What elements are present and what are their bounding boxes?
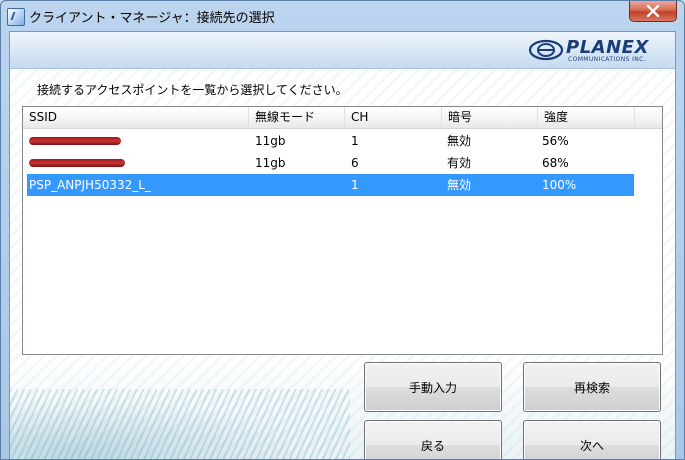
column-header-mode[interactable]: 無線モード — [249, 107, 345, 128]
manual-input-button[interactable]: 手動入力 — [364, 362, 502, 412]
planex-logo: PLANEX COMMUNICATIONS INC. — [528, 36, 672, 64]
list-row[interactable]: 11gb 6 有効 68% — [27, 152, 634, 174]
close-button[interactable] — [629, 1, 677, 22]
column-header-channel[interactable]: CH — [345, 107, 442, 128]
instruction-text: 接続するアクセスポイントを一覧から選択してください。 — [37, 83, 348, 97]
cell-encryption: 無効 — [447, 178, 472, 192]
app-icon — [7, 8, 25, 26]
back-button[interactable]: 戻る — [364, 420, 502, 459]
column-header-encryption[interactable]: 暗号 — [442, 107, 538, 128]
cell-mode: 11gb — [255, 134, 286, 148]
cell-ssid: PSP_ANPJH50332_L_ — [29, 178, 151, 192]
window-title: クライアント・マネージャ：接続先の選択 — [29, 11, 275, 26]
rescan-button[interactable]: 再検索 — [523, 362, 661, 412]
cell-channel: 1 — [351, 134, 359, 148]
list-header: SSID 無線モード CH 暗号 強度 — [23, 107, 662, 129]
column-header-strength[interactable]: 強度 — [538, 107, 635, 128]
client-area: PLANEX COMMUNICATIONS INC. 接続するアクセスポイントを… — [9, 31, 676, 459]
cell-mode: 11gb — [255, 156, 286, 170]
close-icon — [646, 5, 660, 17]
redacted-ssid — [29, 137, 121, 145]
decorative-pattern — [10, 389, 350, 459]
header-banner: PLANEX COMMUNICATIONS INC. — [10, 32, 675, 69]
cell-encryption: 無効 — [447, 134, 472, 148]
cell-strength: 100% — [542, 178, 577, 192]
dialog-body: 接続するアクセスポイントを一覧から選択してください。 SSID 無線モード CH… — [10, 69, 675, 459]
cell-strength: 56% — [542, 134, 569, 148]
list-row-selected[interactable]: PSP_ANPJH50332_L_ 1 無効 100% — [27, 174, 634, 196]
cell-channel: 1 — [351, 178, 359, 192]
access-point-list[interactable]: SSID 無線モード CH 暗号 強度 11gb 1 無効 56% 11gb 6… — [22, 106, 663, 355]
cell-encryption: 有効 — [447, 156, 472, 170]
list-row[interactable]: 11gb 1 無効 56% — [27, 130, 634, 152]
column-header-filler — [635, 107, 662, 128]
dialog-window: クライアント・マネージャ：接続先の選択 PLANEX COMMUNICATION… — [0, 0, 685, 460]
next-button[interactable]: 次へ — [523, 420, 661, 459]
logo-subtitle: COMMUNICATIONS INC. — [568, 56, 647, 63]
logo-text: PLANEX — [566, 37, 649, 58]
cell-channel: 6 — [351, 156, 359, 170]
planex-logo-icon — [528, 39, 564, 61]
cell-strength: 68% — [542, 156, 569, 170]
redacted-ssid — [29, 159, 125, 167]
column-header-ssid[interactable]: SSID — [23, 107, 249, 128]
title-bar[interactable]: クライアント・マネージャ：接続先の選択 — [1, 1, 684, 31]
